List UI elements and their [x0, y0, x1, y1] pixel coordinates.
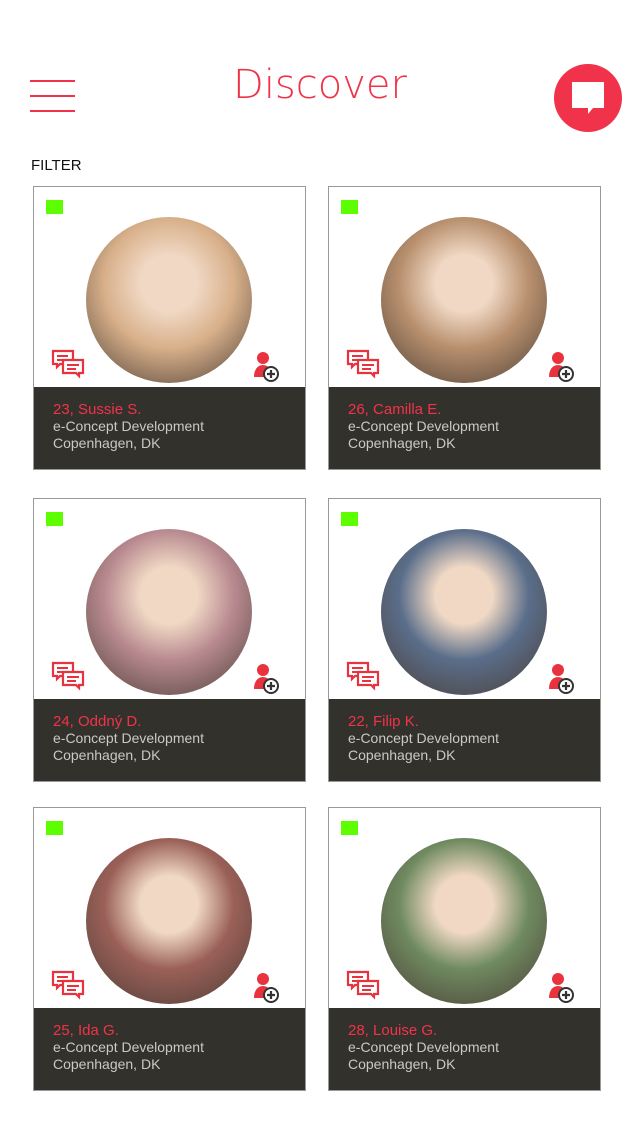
messages-icon[interactable]	[346, 970, 380, 1000]
profile-location: Copenhagen, DK	[53, 1056, 161, 1072]
chat-bubble-icon	[572, 82, 604, 114]
profile-location: Copenhagen, DK	[53, 747, 161, 763]
profile-company: e-Concept Development	[348, 730, 499, 746]
profile-location: Copenhagen, DK	[53, 435, 161, 451]
avatar[interactable]	[381, 529, 547, 695]
messages-icon[interactable]	[51, 661, 85, 691]
profile-location: Copenhagen, DK	[348, 747, 456, 763]
messages-icon[interactable]	[346, 661, 380, 691]
profile-location: Copenhagen, DK	[348, 435, 456, 451]
messages-icon[interactable]	[51, 349, 85, 379]
profile-card[interactable]: 22, Filip K. e-Concept Development Copen…	[328, 498, 601, 782]
profile-name[interactable]: 22, Filip K.	[348, 713, 600, 730]
profile-name[interactable]: 25, Ida G.	[53, 1022, 305, 1039]
avatar[interactable]	[381, 838, 547, 1004]
online-status-indicator	[46, 200, 63, 214]
messages-icon[interactable]	[346, 349, 380, 379]
profile-card[interactable]: 23, Sussie S. e-Concept Development Cope…	[33, 186, 306, 470]
profile-company: e-Concept Development	[348, 1039, 499, 1055]
profile-card[interactable]: 24, Oddný D. e-Concept Development Copen…	[33, 498, 306, 782]
profile-company: e-Concept Development	[53, 1039, 204, 1055]
chat-button[interactable]	[554, 64, 622, 132]
add-friend-icon[interactable]	[254, 663, 280, 695]
avatar[interactable]	[86, 838, 252, 1004]
profile-card[interactable]: 25, Ida G. e-Concept Development Copenha…	[33, 807, 306, 1091]
profile-company: e-Concept Development	[348, 418, 499, 434]
messages-icon[interactable]	[51, 970, 85, 1000]
avatar[interactable]	[86, 529, 252, 695]
avatar[interactable]	[381, 217, 547, 383]
profile-card[interactable]: 26, Camilla E. e-Concept Development Cop…	[328, 186, 601, 470]
online-status-indicator	[46, 512, 63, 526]
filter-button[interactable]: FILTER	[31, 157, 82, 174]
add-friend-icon[interactable]	[254, 351, 280, 383]
profile-company: e-Concept Development	[53, 730, 204, 746]
profile-name[interactable]: 26, Camilla E.	[348, 401, 600, 418]
profile-location: Copenhagen, DK	[348, 1056, 456, 1072]
profile-name[interactable]: 28, Louise G.	[348, 1022, 600, 1039]
online-status-indicator	[46, 821, 63, 835]
profile-name[interactable]: 24, Oddný D.	[53, 713, 305, 730]
online-status-indicator	[341, 512, 358, 526]
profile-name[interactable]: 23, Sussie S.	[53, 401, 305, 418]
profile-company: e-Concept Development	[53, 418, 204, 434]
add-friend-icon[interactable]	[549, 972, 575, 1004]
online-status-indicator	[341, 821, 358, 835]
profile-card[interactable]: 28, Louise G. e-Concept Development Cope…	[328, 807, 601, 1091]
avatar[interactable]	[86, 217, 252, 383]
add-friend-icon[interactable]	[254, 972, 280, 1004]
page-title: Discover	[233, 62, 407, 108]
online-status-indicator	[341, 200, 358, 214]
add-friend-icon[interactable]	[549, 351, 575, 383]
add-friend-icon[interactable]	[549, 663, 575, 695]
